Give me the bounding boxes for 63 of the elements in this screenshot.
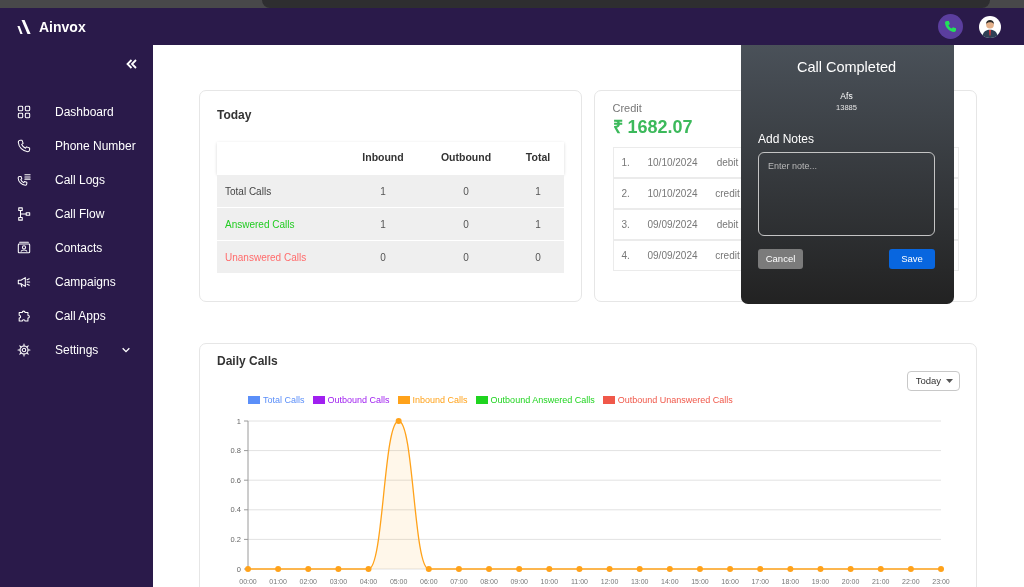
phone-icon — [944, 20, 957, 33]
legend-label[interactable]: Outbound Calls — [327, 395, 390, 405]
sidebar-item[interactable]: Call Apps — [0, 299, 153, 333]
table-cell-text: 0 — [534, 250, 542, 265]
sidebar-item[interactable]: Contacts — [0, 231, 153, 265]
table-cell-text: 1 — [534, 217, 542, 232]
sidebar-item[interactable]: Dashboard — [0, 95, 153, 129]
save-button[interactable]: Save — [889, 249, 935, 269]
column-header: Outbound — [439, 150, 493, 166]
table-cell-text: 1 — [379, 184, 387, 199]
table-cell-text: 0 — [379, 250, 387, 265]
grid-icon — [17, 105, 31, 119]
brand-name: Ainvox — [39, 18, 86, 35]
table-cell-text: 1 — [379, 217, 387, 232]
credit-balance: ₹ 1682.07 — [612, 116, 693, 138]
row-label: Total Calls — [224, 184, 273, 199]
logo-icon — [17, 19, 31, 34]
cancel-button[interactable]: Cancel — [758, 249, 803, 269]
settings-icon — [17, 343, 31, 357]
transaction-type: debit — [715, 156, 740, 170]
transaction-number: 3. — [621, 218, 631, 232]
credit-label: Credit — [612, 101, 642, 115]
notes-label: Add Notes — [758, 132, 816, 146]
table-cell-text: 0 — [462, 217, 470, 232]
legend-label[interactable]: Outbound Unanswered Calls — [617, 395, 733, 405]
phone-icon — [17, 139, 31, 153]
flowchart-icon — [17, 207, 31, 221]
puzzle-icon — [17, 309, 31, 323]
transaction-date: 09/09/2024 — [647, 249, 699, 263]
transaction-number: 4. — [621, 249, 631, 263]
column-header: Inbound — [361, 150, 405, 166]
transaction-type: credit — [714, 249, 741, 263]
caret-icon — [946, 379, 953, 383]
notes-field[interactable]: Enter note... — [758, 152, 935, 236]
transaction-date: 09/09/2024 — [647, 218, 699, 232]
transaction-type: debit — [715, 218, 740, 232]
range-dropdown[interactable]: Today — [906, 371, 960, 391]
call-button[interactable] — [938, 14, 963, 39]
row-label: Unanswered Calls — [224, 250, 308, 265]
caller-name: Afs — [839, 91, 854, 101]
dialog-title: Call Completed — [795, 58, 898, 76]
transaction-date: 10/10/2024 — [647, 187, 699, 201]
double-chevron-icon[interactable] — [126, 59, 137, 69]
megaphone-icon — [17, 275, 31, 289]
table-cell-text: 0 — [462, 250, 470, 265]
sidebar-item[interactable]: Call Logs — [0, 163, 153, 197]
phone-list-icon — [17, 173, 31, 187]
transaction-date: 10/10/2024 — [647, 156, 699, 170]
section-title: Today — [217, 108, 252, 122]
row-label: Answered Calls — [224, 217, 296, 232]
sidebar-item[interactable]: Phone Number — [0, 129, 153, 163]
sidebar-item[interactable]: Settings — [0, 333, 153, 367]
table-cell-text: 0 — [462, 184, 470, 199]
section-title: Daily Calls — [217, 354, 278, 368]
transaction-number: 1. — [621, 156, 631, 170]
sidebar-item[interactable]: Campaigns — [0, 265, 153, 299]
column-header: Total — [524, 150, 552, 166]
sidebar-item[interactable]: Call Flow — [0, 197, 153, 231]
avatar-icon[interactable] — [979, 15, 1001, 38]
contact-card-icon — [17, 241, 31, 255]
transaction-number: 2. — [621, 187, 631, 201]
table-cell-text: 1 — [534, 184, 542, 199]
transaction-type: credit — [714, 187, 741, 201]
